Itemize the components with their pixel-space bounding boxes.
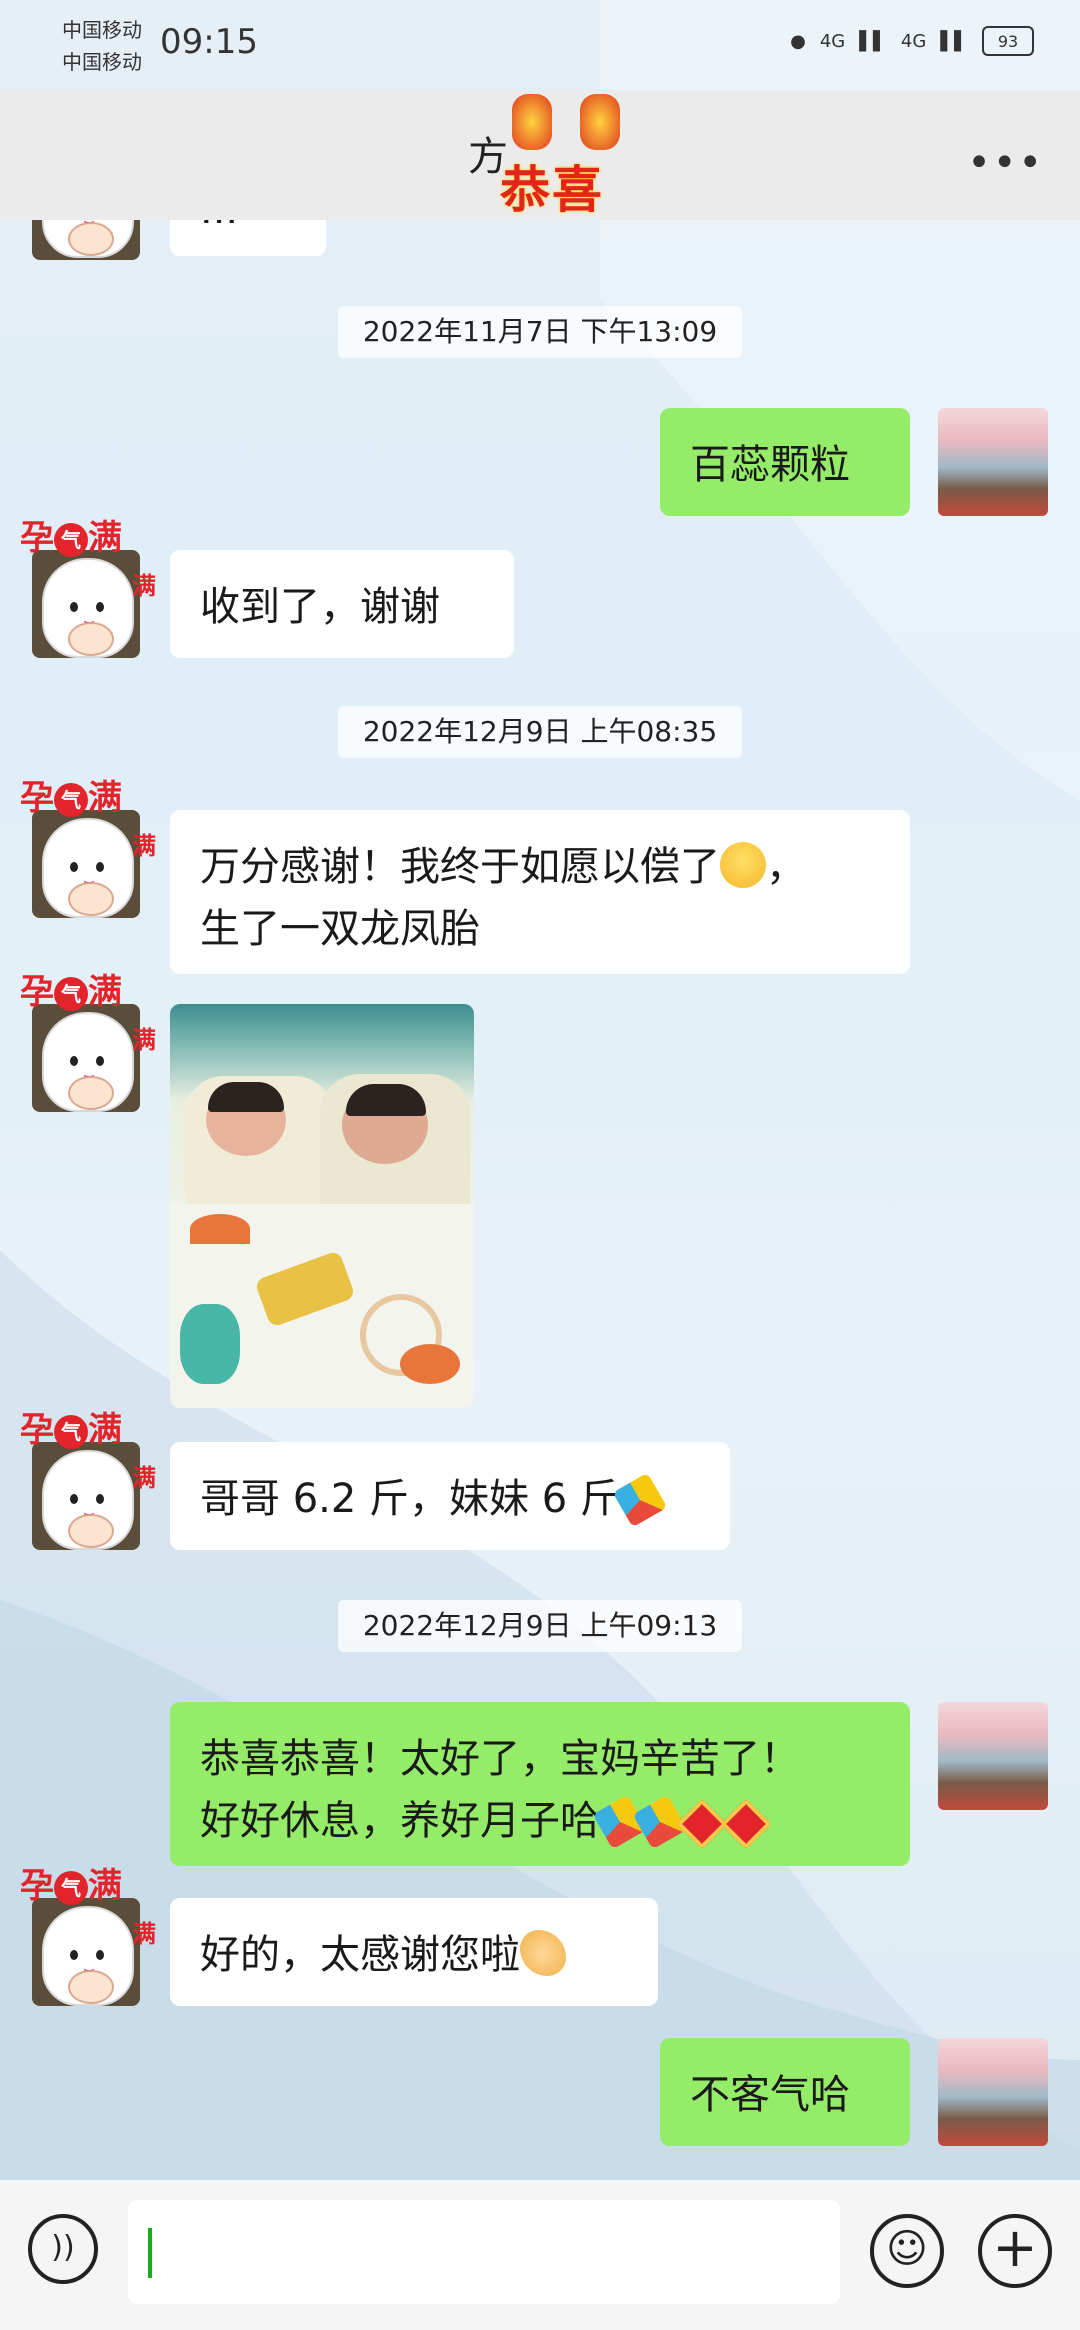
more-options-button[interactable]: ••• [967, 140, 1044, 186]
avatar-badge-sub: 满 [132, 1025, 156, 1054]
celebration-decoration: 恭喜 [500, 90, 650, 220]
my-avatar[interactable] [938, 408, 1048, 516]
avatar-badge: 孕气满 [20, 518, 122, 558]
message-bubble-sent[interactable]: 不客气哈 [660, 2038, 910, 2146]
fu-icon [720, 1798, 772, 1850]
carrier-1: 中国移动 [62, 18, 142, 42]
status-time: 09:15 [160, 22, 258, 62]
message-bubble-received[interactable]: 收到了，谢谢 [170, 550, 514, 658]
contact-avatar[interactable]: 孕气满 满 [20, 1866, 156, 2006]
timestamp: 2022年12月9日 上午09:13 [338, 1600, 742, 1652]
lantern-icon [512, 94, 552, 150]
avatar-badge: 孕气满 [20, 1410, 122, 1450]
handshake-icon [520, 1930, 566, 1976]
status-icons: ● 4G ▌▌ 4G ▌▌ 93 [790, 26, 1034, 56]
contact-avatar[interactable]: 孕气满 满 [20, 778, 156, 918]
message-bubble-sent[interactable]: 百蕊颗粒 [660, 408, 910, 516]
signal-bars-icon: ▌▌ [859, 30, 887, 52]
signal-bars-icon: ▌▌ [940, 30, 968, 52]
signal-2: 4G [900, 30, 927, 52]
avatar-badge: 孕气满 [20, 778, 122, 818]
timestamp: 2022年11月7日 下午13:09 [338, 306, 742, 358]
avatar-badge-sub: 满 [132, 571, 156, 600]
battery-level: 93 [997, 31, 1019, 51]
avatar-badge-sub: 满 [132, 1919, 156, 1948]
message-bubble-sent[interactable]: 恭喜恭喜！太好了，宝妈辛苦了！ 好好休息，养好月子哈 [170, 1702, 910, 1866]
my-avatar[interactable] [938, 2038, 1048, 2146]
plus-icon[interactable]: + [978, 2214, 1052, 2288]
party-popper-icon [612, 1472, 668, 1528]
emoji-icon[interactable]: ☺ [870, 2214, 944, 2288]
battery-icon: 93 [982, 26, 1034, 56]
contact-avatar[interactable]: 孕气满 满 [20, 1410, 156, 1550]
input-bar: )) ☺ + [0, 2180, 1080, 2330]
carrier-2: 中国移动 [62, 50, 142, 74]
message-input[interactable] [128, 2200, 840, 2304]
lantern-icon [580, 94, 620, 150]
fu-icon [676, 1798, 728, 1850]
avatar-badge-sub: 满 [132, 1463, 156, 1492]
signal-1: 4G [819, 30, 846, 52]
wifi-icon: ● [790, 30, 806, 52]
avatar-badge-sub: 满 [132, 831, 156, 860]
message-bubble-received[interactable]: 哥哥 6.2 斤，妹妹 6 斤 [170, 1442, 730, 1550]
contact-avatar[interactable]: 孕气满 满 [20, 518, 156, 658]
grinning-face-icon [720, 842, 766, 888]
text-cursor [148, 2228, 152, 2278]
chat-header: 方 恭喜 ••• [0, 90, 1080, 220]
avatar-badge: 孕气满 [20, 972, 122, 1012]
message-bubble-received[interactable]: 好的，太感谢您啦 [170, 1898, 658, 2006]
my-avatar[interactable] [938, 1702, 1048, 1810]
status-bar: 中国移动 中国移动 09:15 ● 4G ▌▌ 4G ▌▌ 93 [0, 0, 1080, 90]
voice-icon[interactable]: )) [28, 2214, 98, 2284]
congrats-text: 恭喜 [500, 160, 604, 219]
twin-babies-photo[interactable] [170, 1004, 474, 1408]
message-bubble-received[interactable]: 万分感谢！我终于如愿以偿了，生了一双龙凤胎 [170, 810, 910, 974]
contact-avatar[interactable]: 孕气满 满 [20, 972, 156, 1112]
timestamp: 2022年12月9日 上午08:35 [338, 706, 742, 758]
avatar-badge: 孕气满 [20, 1866, 122, 1906]
